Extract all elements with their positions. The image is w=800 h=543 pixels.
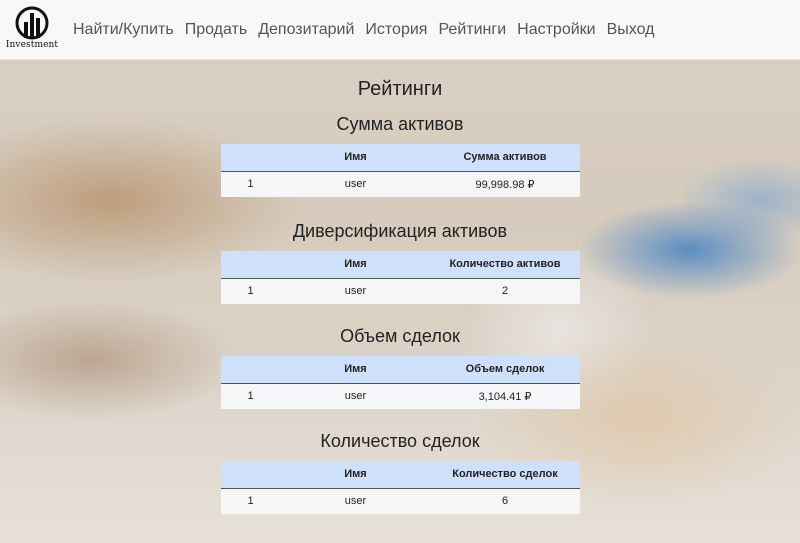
table-row: 1 user 6 xyxy=(220,488,580,514)
cell-value: 6 xyxy=(430,488,580,514)
rating-table: Имя Сумма активов 1 user 99,998.98 ₽ xyxy=(220,144,580,197)
nav-item-sell[interactable]: Продать xyxy=(185,21,248,39)
rating-section-trade-count: Количество сделок Имя Количество сделок … xyxy=(0,429,800,514)
table-row: 1 user 3,104.41 ₽ xyxy=(220,383,580,409)
nav-item-logout[interactable]: Выход xyxy=(607,21,655,39)
brand-name: Investment xyxy=(5,39,59,50)
cell-name: user xyxy=(280,278,431,304)
bar-chart-circle-icon xyxy=(15,6,49,39)
cell-rank: 1 xyxy=(220,278,281,304)
nav-item-depository[interactable]: Депозитарий xyxy=(258,21,354,39)
table-header-row: Имя Количество активов xyxy=(220,251,580,279)
column-header-value: Объем сделок xyxy=(430,356,580,384)
table-row: 1 user 2 xyxy=(220,278,580,304)
cell-rank: 1 xyxy=(220,383,281,409)
column-header-rank xyxy=(220,251,281,279)
cell-name: user xyxy=(280,171,431,197)
table-header-row: Имя Сумма активов xyxy=(220,144,580,172)
column-header-name: Имя xyxy=(280,356,431,384)
cell-name: user xyxy=(280,383,431,409)
section-title: Количество сделок xyxy=(320,431,480,451)
cell-name: user xyxy=(280,488,431,514)
table-header-row: Имя Количество сделок xyxy=(220,461,580,489)
rating-section-diversification: Диверсификация активов Имя Количество ак… xyxy=(0,219,800,304)
nav-item-find-buy[interactable]: Найти/Купить xyxy=(73,21,174,39)
brand[interactable]: Investment xyxy=(0,0,64,60)
nav-item-ratings[interactable]: Рейтинги xyxy=(438,21,506,39)
cell-rank: 1 xyxy=(220,488,281,514)
section-title: Сумма активов xyxy=(336,114,464,134)
cell-value: 3,104.41 ₽ xyxy=(430,383,580,409)
column-header-rank xyxy=(220,144,281,172)
page-title: Рейтинги xyxy=(357,78,443,100)
column-header-rank xyxy=(220,356,281,384)
section-title: Объем сделок xyxy=(340,326,460,346)
main-content: Рейтинги Сумма активов Имя Сумма активов… xyxy=(0,60,800,514)
rating-table: Имя Количество активов 1 user 2 xyxy=(220,251,580,304)
column-header-rank xyxy=(220,461,281,489)
column-header-value: Количество сделок xyxy=(430,461,580,489)
nav-item-history[interactable]: История xyxy=(365,21,427,39)
nav-menu: Найти/Купить Продать Депозитарий История… xyxy=(73,21,665,39)
column-header-value: Сумма активов xyxy=(430,144,580,172)
rating-section-assets-sum: Сумма активов Имя Сумма активов 1 user 9… xyxy=(0,112,800,197)
cell-value: 2 xyxy=(430,278,580,304)
column-header-name: Имя xyxy=(280,461,431,489)
nav-item-settings[interactable]: Настройки xyxy=(517,21,595,39)
table-row: 1 user 99,998.98 ₽ xyxy=(220,171,580,197)
cell-rank: 1 xyxy=(220,171,281,197)
rating-section-trade-volume: Объем сделок Имя Объем сделок 1 user 3,1… xyxy=(0,324,800,409)
column-header-name: Имя xyxy=(280,144,431,172)
column-header-name: Имя xyxy=(280,251,431,279)
cell-value: 99,998.98 ₽ xyxy=(430,171,580,197)
navbar: Investment Найти/Купить Продать Депозита… xyxy=(0,0,800,60)
column-header-value: Количество активов xyxy=(430,251,580,279)
section-title: Диверсификация активов xyxy=(292,221,508,241)
rating-table: Имя Количество сделок 1 user 6 xyxy=(220,461,580,514)
table-header-row: Имя Объем сделок xyxy=(220,356,580,384)
rating-table: Имя Объем сделок 1 user 3,104.41 ₽ xyxy=(220,356,580,409)
